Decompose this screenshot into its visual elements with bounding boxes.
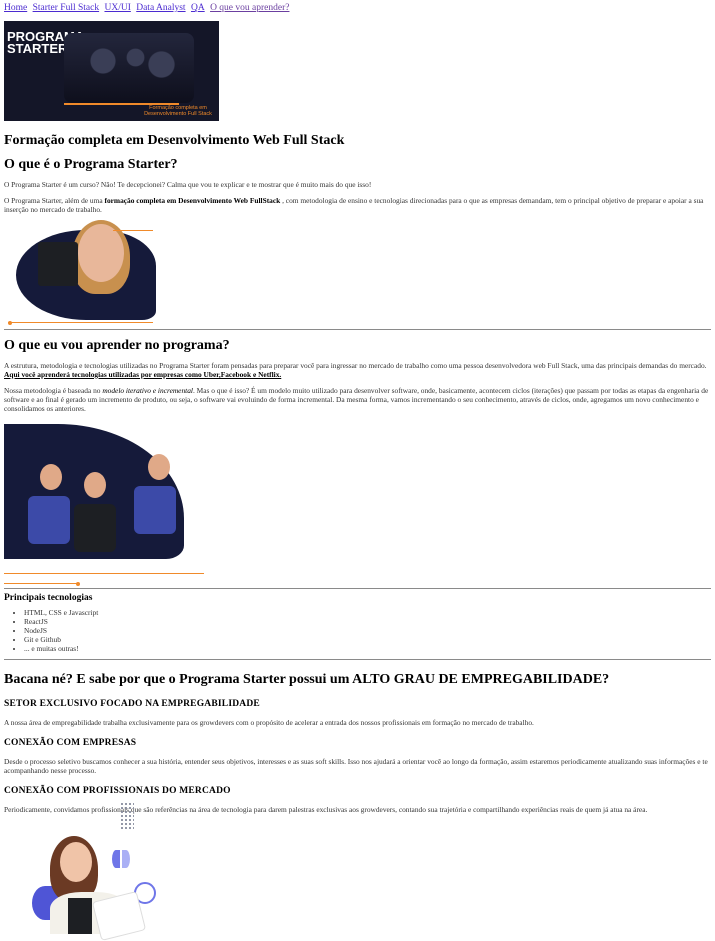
nav-link-data-analyst[interactable]: Data Analyst [136,3,185,13]
nav-link-starter-full-stack[interactable]: Starter Full Stack [33,3,100,13]
learn-link-companies[interactable]: Aqui você aprenderá tecnologias utilizad… [4,370,281,379]
employ-heading-1: SETOR EXCLUSIVO FOCADO NA EMPREGABILIDAD… [4,698,260,709]
tech-list: HTML, CSS e Javascript ReactJS NodeJS Gi… [4,608,711,653]
learn-paragraph-1: A estrutura, metodologia e tecnologias u… [4,360,707,379]
divider [4,328,711,330]
divider [4,587,711,589]
top-nav: Home Starter Full Stack UX/UI Data Analy… [4,0,711,14]
list-item: NodeJS [24,626,711,635]
list-item: ... e muitas outras! [24,644,711,653]
woman-with-mug-image [8,219,158,325]
hero-tagline: Formação completa em Desenvolvimento Ful… [144,105,212,117]
tech-title: Principais tecnologias [4,592,93,603]
nav-link-o-que-vou-aprender[interactable]: O que vou aprender? [210,3,289,13]
page: Home Starter Full Stack UX/UI Data Analy… [0,0,715,814]
woman-with-laptop-image [30,800,160,941]
intro-paragraph-1: O Programa Starter é um curso? Não! Te d… [4,180,372,189]
intro-paragraph-2: O Programa Starter, além de uma formação… [4,196,704,215]
nav-link-ux-ui[interactable]: UX/UI [104,3,130,13]
growdev-mug [38,241,78,286]
employ-heading-2: CONEXÃO COM EMPRESAS [4,737,137,748]
divider [4,658,711,660]
list-item: HTML, CSS e Javascript [24,608,711,617]
nav-link-home[interactable]: Home [4,3,27,13]
list-item: ReactJS [24,617,711,626]
three-men-image [4,423,209,586]
hero-brand: PROGRAMA STARTER [7,29,84,56]
learn-paragraph-2: Nossa metodologia é baseada no modelo it… [4,386,709,414]
employ-text-2: Desde o processo seletivo buscamos conhe… [4,756,708,776]
group-photo [64,33,194,103]
employ-heading-3: CONEXÃO COM PROFISSIONAIS DO MERCADO [4,786,231,797]
nav-link-qa[interactable]: QA [191,3,205,13]
section-title-employability: Bacana né? E sabe por que o Programa Sta… [4,671,610,687]
section-title-what-is: O que é o Programa Starter? [4,157,178,172]
section-title-learn: O que eu vou aprender no programa? [4,337,230,353]
hero-banner-image: PROGRAMA STARTER Formação completa em De… [4,21,219,121]
employ-text-1: A nossa área de empregabilidade trabalha… [4,717,534,727]
list-item: Git e Github [24,635,711,644]
page-subtitle: Formação completa em Desenvolvimento Web… [4,133,345,148]
intro-highlight: formação completa em Desenvolvimento Web… [104,196,281,206]
learn-emphasis: modelo iterativo e incremental [102,386,193,396]
